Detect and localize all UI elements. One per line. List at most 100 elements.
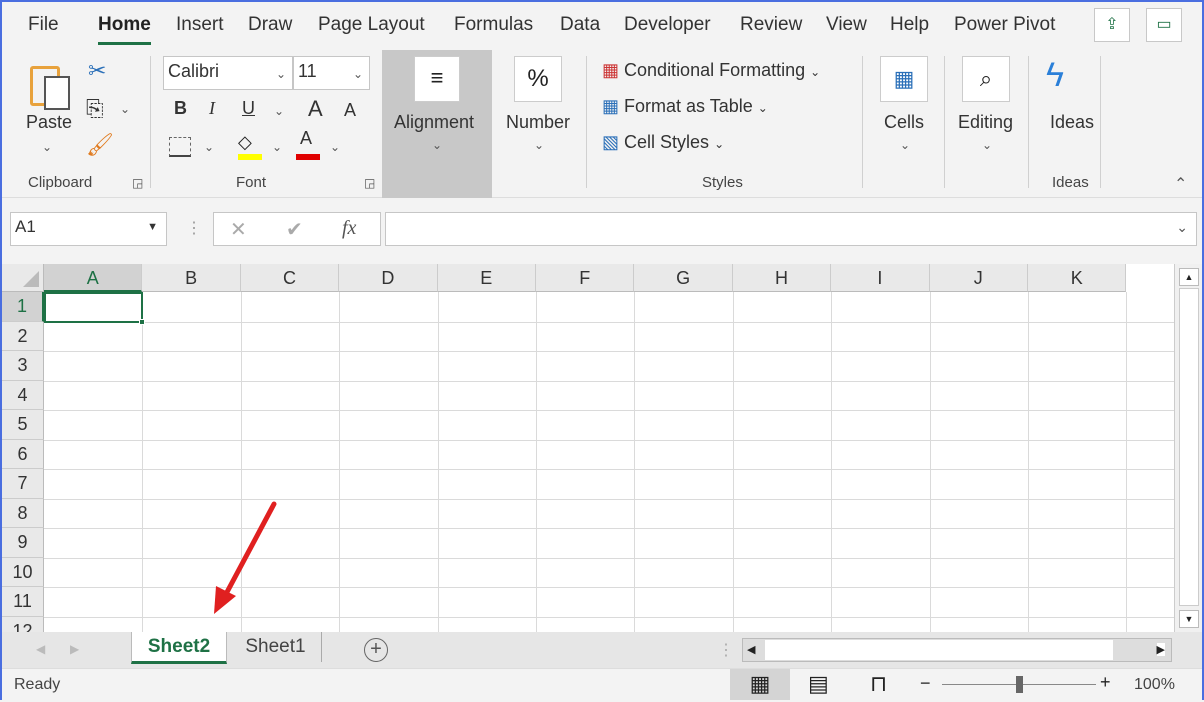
cancel-icon[interactable]: ✕ <box>230 217 247 242</box>
drag-handle-icon[interactable]: ⋮ <box>186 218 202 238</box>
scroll-thumb[interactable] <box>1179 288 1199 606</box>
row-header-11[interactable]: 11 <box>2 587 44 617</box>
conditional-formatting-button[interactable]: ▦ Conditional Formatting ⌄ <box>602 60 820 81</box>
row-header-9[interactable]: 9 <box>2 528 44 558</box>
name-box[interactable]: A1 ▼ <box>10 212 167 246</box>
select-all-button[interactable] <box>2 264 44 292</box>
formula-buttons: ✕ ✔ fx <box>213 212 381 246</box>
tab-view[interactable]: View <box>826 14 867 36</box>
selected-cell-a1[interactable] <box>44 292 146 325</box>
row-header-8[interactable]: 8 <box>2 498 44 528</box>
chevron-down-icon[interactable]: ⌄ <box>120 102 130 116</box>
row-header-10[interactable]: 10 <box>2 557 44 587</box>
tab-power-pivot[interactable]: Power Pivot <box>954 14 1055 36</box>
collapse-ribbon-icon[interactable]: ⌃ <box>1174 174 1187 194</box>
increase-font-button[interactable]: A <box>308 96 323 122</box>
row-header-1[interactable]: 1 <box>2 292 44 322</box>
font-color-button[interactable]: A <box>300 128 312 149</box>
row-header-2[interactable]: 2 <box>2 321 44 351</box>
page-layout-view-button[interactable]: ▤ <box>808 669 829 699</box>
cut-icon[interactable]: ✂ <box>88 58 106 84</box>
tab-draw[interactable]: Draw <box>248 14 292 36</box>
prev-sheet-icon[interactable]: ◀ <box>36 642 45 656</box>
cell-styles-button[interactable]: ▧ Cell Styles ⌄ <box>602 132 724 153</box>
comments-button[interactable]: ▭ <box>1146 8 1182 42</box>
zoom-out-button[interactable]: − <box>920 673 931 694</box>
sheet-tab-sheet1[interactable]: Sheet1 <box>230 632 322 662</box>
split-handle-icon[interactable]: ⋮ <box>718 640 734 660</box>
cells-button[interactable]: ▦ Cells ⌄ <box>876 50 936 160</box>
tab-insert[interactable]: Insert <box>176 14 224 36</box>
column-header-B[interactable]: B <box>142 264 241 292</box>
scroll-down-icon[interactable]: ▼ <box>1179 610 1199 628</box>
fill-color-icon[interactable]: ◇ <box>238 132 252 153</box>
add-sheet-button[interactable]: + <box>364 638 388 662</box>
page-break-view-button[interactable]: ⊓ <box>870 669 887 699</box>
vertical-scrollbar[interactable]: ▲ ▼ <box>1174 264 1202 632</box>
column-header-C[interactable]: C <box>240 264 340 292</box>
format-as-table-button[interactable]: ▦ Format as Table ⌄ <box>602 96 768 117</box>
bold-button[interactable]: B <box>174 98 187 119</box>
tab-review[interactable]: Review <box>740 14 802 36</box>
worksheet-grid[interactable]: A B C D E F G H I J K 1 2 3 4 5 6 7 8 9 10 11 12 <box>2 264 1174 632</box>
tab-page-layout[interactable]: Page Layout <box>318 14 425 36</box>
paste-button[interactable]: Paste <box>26 112 72 133</box>
font-size-select[interactable]: 11 ⌄ <box>293 56 370 90</box>
tab-developer[interactable]: Developer <box>624 14 711 36</box>
copy-icon[interactable]: ⎘ <box>86 96 104 122</box>
scroll-left-icon[interactable]: ◀ <box>747 643 755 656</box>
row-header-4[interactable]: 4 <box>2 380 44 410</box>
zoom-in-button[interactable]: + <box>1100 672 1111 693</box>
column-header-H[interactable]: H <box>732 264 832 292</box>
underline-button[interactable]: U <box>242 98 255 119</box>
share-button[interactable]: ⇪ <box>1094 8 1130 42</box>
tab-help[interactable]: Help <box>890 14 929 36</box>
tab-data[interactable]: Data <box>560 14 600 36</box>
chevron-down-icon[interactable]: ⌄ <box>272 140 282 154</box>
ideas-icon[interactable]: ϟ <box>1046 56 1064 95</box>
column-header-A[interactable]: A <box>44 264 143 292</box>
italic-button[interactable]: I <box>209 98 215 119</box>
borders-icon[interactable] <box>169 137 191 157</box>
font-name-select[interactable]: Calibri ⌄ <box>163 56 293 90</box>
column-header-I[interactable]: I <box>831 264 930 292</box>
insert-function-button[interactable]: fx <box>342 217 356 240</box>
chevron-down-icon[interactable]: ⌄ <box>42 140 52 154</box>
column-header-E[interactable]: E <box>437 264 536 292</box>
format-painter-icon[interactable]: 🖌 <box>86 132 114 158</box>
column-header-J[interactable]: J <box>929 264 1028 292</box>
scroll-thumb[interactable] <box>765 640 1113 660</box>
scroll-right-icon[interactable]: ▶ <box>1156 643 1165 656</box>
row-header-7[interactable]: 7 <box>2 469 44 499</box>
normal-view-button[interactable]: ▦ <box>730 669 790 700</box>
scroll-up-icon[interactable]: ▲ <box>1179 268 1199 286</box>
column-header-D[interactable]: D <box>339 264 438 292</box>
chevron-down-icon[interactable]: ⌄ <box>204 140 214 154</box>
zoom-slider-thumb[interactable] <box>1016 676 1023 693</box>
row-header-3[interactable]: 3 <box>2 351 44 381</box>
chevron-down-icon[interactable]: ⌄ <box>330 140 340 154</box>
sheet-tab-sheet2[interactable]: Sheet2 <box>131 632 227 664</box>
column-header-G[interactable]: G <box>634 264 733 292</box>
decrease-font-button[interactable]: A <box>344 100 356 121</box>
row-header-5[interactable]: 5 <box>2 410 44 440</box>
row-header-12[interactable]: 12 <box>2 616 44 632</box>
dialog-launcher-icon[interactable]: ◲ <box>364 176 375 190</box>
editing-button[interactable]: ⌕ Editing ⌄ <box>956 50 1022 160</box>
ideas-button[interactable]: Ideas <box>1050 112 1094 133</box>
tab-formulas[interactable]: Formulas <box>454 14 533 36</box>
column-header-K[interactable]: K <box>1028 264 1127 292</box>
next-sheet-icon[interactable]: ▶ <box>70 642 79 656</box>
tab-home[interactable]: Home <box>98 14 151 45</box>
enter-icon[interactable]: ✔ <box>286 217 303 242</box>
column-header-F[interactable]: F <box>536 264 635 292</box>
chevron-down-icon[interactable]: ⌄ <box>274 104 284 118</box>
number-button[interactable]: % Number ⌄ <box>500 50 580 170</box>
dialog-launcher-icon[interactable]: ◲ <box>132 176 143 190</box>
fill-handle[interactable] <box>139 318 146 325</box>
tab-file[interactable]: File <box>28 14 59 36</box>
alignment-button[interactable]: ≡ Alignment ⌄ <box>382 50 492 198</box>
horizontal-scrollbar[interactable]: ◀ ▶ <box>742 638 1172 662</box>
row-header-6[interactable]: 6 <box>2 439 44 469</box>
formula-input[interactable]: ⌄ <box>385 212 1197 246</box>
